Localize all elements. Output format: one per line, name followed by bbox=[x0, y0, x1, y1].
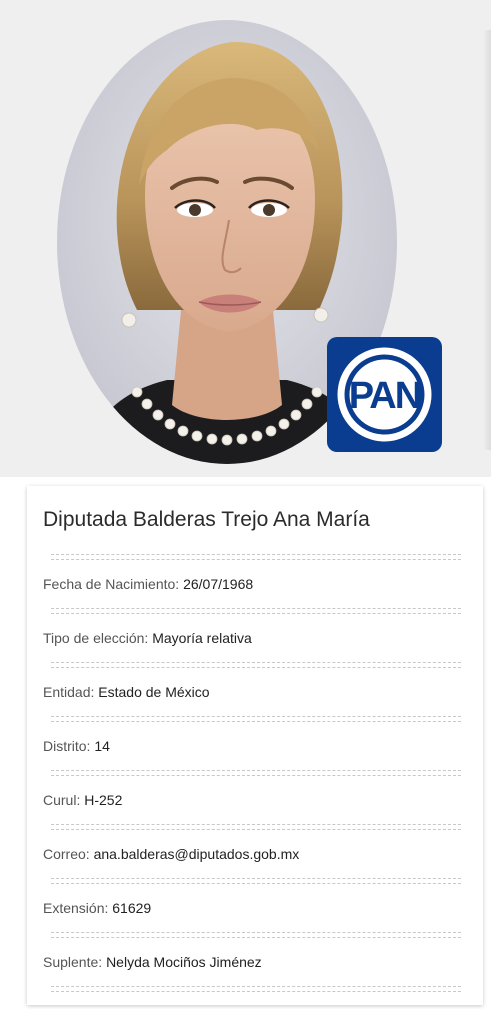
separator bbox=[51, 824, 461, 830]
seat-field: Curul: H-252 bbox=[43, 791, 465, 810]
side-shadow bbox=[483, 30, 491, 450]
profile-card: Diputada Balderas Trejo Ana María Fecha … bbox=[27, 486, 483, 1005]
deputy-name-title: Diputada Balderas Trejo Ana María bbox=[43, 508, 370, 531]
field-value: H-252 bbox=[84, 792, 123, 808]
photo-band: PAN bbox=[0, 0, 491, 477]
field-label: Distrito: bbox=[43, 738, 95, 754]
party-logo-text: PAN bbox=[349, 375, 420, 417]
email-field: Correo: ana.balderas@diputados.gob.mx bbox=[43, 845, 465, 864]
substitute-field: Suplente: Nelyda Mociños Jiménez bbox=[43, 953, 465, 972]
birth-date-field: Fecha de Nacimiento: 26/07/1968 bbox=[43, 575, 465, 594]
field-label: Extensión: bbox=[43, 900, 113, 916]
field-label: Tipo de elección: bbox=[43, 630, 153, 646]
separator bbox=[51, 770, 461, 776]
separator bbox=[51, 716, 461, 722]
extension-field: Extensión: 61629 bbox=[43, 899, 465, 918]
separator bbox=[51, 932, 461, 938]
field-value: Nelyda Mociños Jiménez bbox=[106, 954, 262, 970]
district-field: Distrito: 14 bbox=[43, 737, 465, 756]
field-label: Correo: bbox=[43, 846, 94, 862]
field-label: Entidad: bbox=[43, 684, 99, 700]
party-logo-icon: PAN bbox=[327, 337, 442, 452]
field-value: Estado de México bbox=[98, 684, 210, 700]
field-label: Fecha de Nacimiento: bbox=[43, 576, 184, 592]
field-label: Curul: bbox=[43, 792, 85, 808]
field-value: 61629 bbox=[112, 900, 152, 916]
separator bbox=[51, 662, 461, 668]
separator bbox=[51, 608, 461, 614]
field-value: Mayoría relativa bbox=[152, 630, 252, 646]
email-link[interactable]: ana.balderas@diputados.gob.mx bbox=[94, 846, 300, 862]
separator bbox=[51, 986, 461, 992]
field-label: Suplente: bbox=[43, 954, 107, 970]
field-value: 14 bbox=[94, 738, 110, 754]
separator bbox=[51, 878, 461, 884]
separator bbox=[51, 554, 461, 560]
state-field: Entidad: Estado de México bbox=[43, 683, 465, 702]
field-value: 26/07/1968 bbox=[183, 576, 254, 592]
election-type-field: Tipo de elección: Mayoría relativa bbox=[43, 629, 465, 648]
